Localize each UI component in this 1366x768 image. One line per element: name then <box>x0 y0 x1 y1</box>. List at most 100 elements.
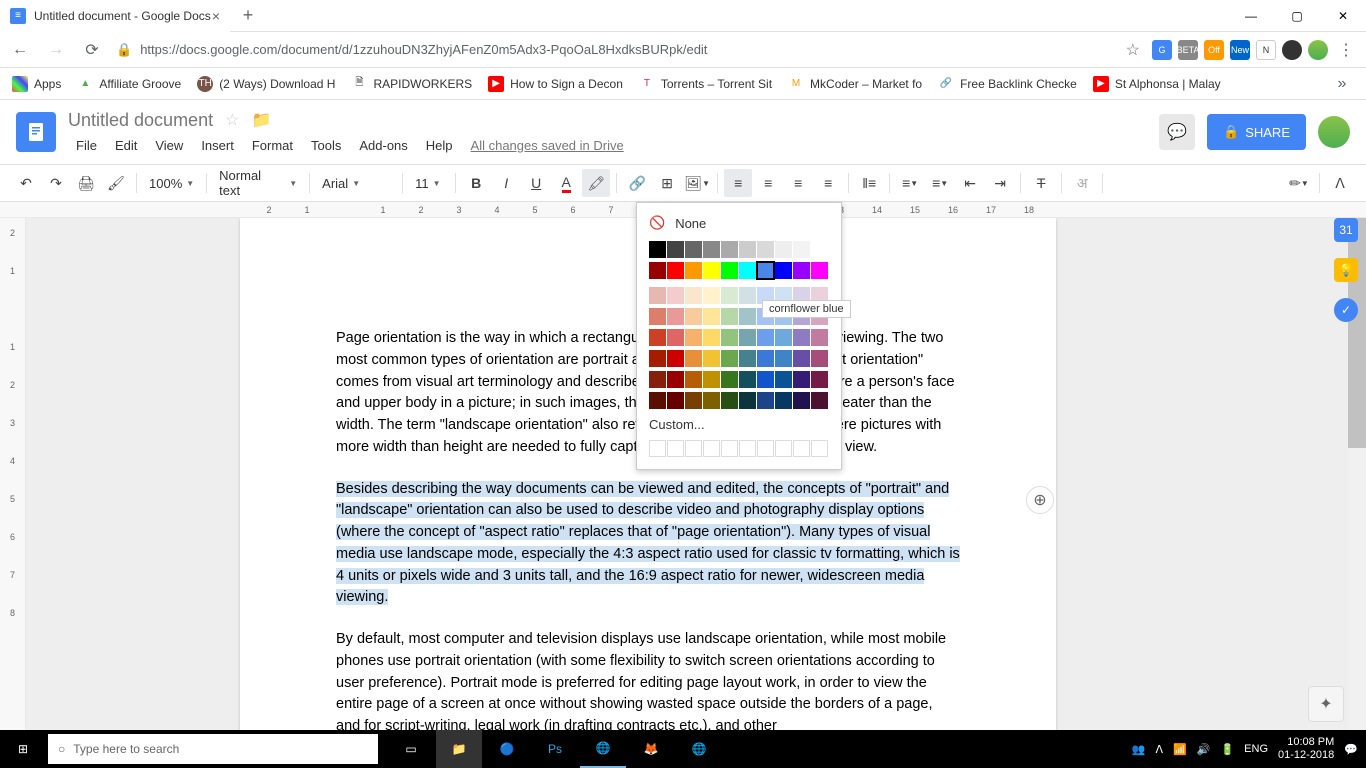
color-swatch[interactable] <box>703 350 720 367</box>
bookmark-item[interactable]: TH(2 Ways) Download H <box>197 76 335 92</box>
color-swatch[interactable] <box>667 308 684 325</box>
add-comment-button[interactable]: ⊞ <box>653 169 681 197</box>
bookmark-item[interactable]: 🗎RAPIDWORKERS <box>351 76 472 92</box>
color-swatch[interactable] <box>739 262 756 279</box>
color-swatch[interactable] <box>649 329 666 346</box>
font-select[interactable]: Arial▼ <box>316 169 396 197</box>
color-swatch[interactable] <box>739 287 756 304</box>
zoom-select[interactable]: 100%▼ <box>143 169 200 197</box>
menu-addons[interactable]: Add-ons <box>351 134 415 157</box>
redo-button[interactable]: ↷ <box>42 169 70 197</box>
chrome-icon-2[interactable]: 🌐 <box>676 730 722 768</box>
color-swatch[interactable] <box>721 262 738 279</box>
recent-swatch[interactable] <box>775 440 792 457</box>
color-swatch[interactable] <box>721 241 738 258</box>
tray-up-icon[interactable]: ᐱ <box>1156 743 1164 756</box>
color-swatch[interactable] <box>775 371 792 388</box>
style-select[interactable]: Normal text▼ <box>213 169 303 197</box>
align-left-button[interactable]: ≡ <box>724 169 752 197</box>
tasks-icon[interactable]: ✓ <box>1334 298 1358 322</box>
bookmark-item[interactable]: ▲Affiliate Groove <box>77 76 181 92</box>
color-swatch[interactable] <box>703 308 720 325</box>
star-icon[interactable]: ☆ <box>1126 40 1140 60</box>
comments-button[interactable]: 💬 <box>1159 114 1195 150</box>
url-field[interactable]: 🔒 https://docs.google.com/document/d/1zz… <box>116 42 1114 58</box>
color-swatch[interactable] <box>739 371 756 388</box>
color-swatch[interactable] <box>649 241 666 258</box>
color-swatch[interactable] <box>757 329 774 346</box>
battery-icon[interactable]: 🔋 <box>1220 743 1234 756</box>
network-icon[interactable]: 📶 <box>1173 743 1187 756</box>
recent-swatch[interactable] <box>757 440 774 457</box>
ext-icon-beta[interactable]: BETA <box>1178 40 1198 60</box>
color-swatch[interactable] <box>685 308 702 325</box>
bold-button[interactable]: B <box>462 169 490 197</box>
color-swatch[interactable] <box>703 262 720 279</box>
back-button[interactable]: ← <box>8 38 32 62</box>
color-swatch[interactable] <box>757 392 774 409</box>
color-swatch[interactable] <box>667 241 684 258</box>
apps-button[interactable]: Apps <box>12 76 61 92</box>
ext-icon-round[interactable] <box>1282 40 1302 60</box>
color-swatch[interactable] <box>793 371 810 388</box>
color-swatch[interactable] <box>703 241 720 258</box>
people-icon[interactable]: 👥 <box>1132 743 1146 756</box>
color-swatch[interactable] <box>775 241 792 258</box>
color-swatch[interactable] <box>811 350 828 367</box>
color-swatch[interactable] <box>739 350 756 367</box>
italic-button[interactable]: I <box>492 169 520 197</box>
move-folder-button[interactable]: 📁 <box>251 110 271 130</box>
recent-swatch[interactable] <box>685 440 702 457</box>
docs-logo[interactable] <box>16 112 56 152</box>
color-swatch[interactable] <box>721 287 738 304</box>
color-swatch[interactable] <box>685 262 702 279</box>
clear-formatting-button[interactable]: T <box>1027 169 1055 197</box>
task-view-icon[interactable]: ▭ <box>388 730 434 768</box>
align-right-button[interactable]: ≡ <box>784 169 812 197</box>
menu-insert[interactable]: Insert <box>193 134 242 157</box>
add-comment-bubble[interactable]: ⊕ <box>1026 486 1054 514</box>
photoshop-icon[interactable]: Ps <box>532 730 578 768</box>
app-icon[interactable]: 🔵 <box>484 730 530 768</box>
menu-view[interactable]: View <box>147 134 191 157</box>
input-tools-button[interactable]: अ <box>1068 169 1096 197</box>
keep-icon[interactable]: 💡 <box>1334 258 1358 282</box>
color-swatch[interactable] <box>703 392 720 409</box>
color-swatch[interactable] <box>649 287 666 304</box>
insert-link-button[interactable]: 🔗 <box>623 169 651 197</box>
ext-icon-n[interactable]: N <box>1256 40 1276 60</box>
vertical-ruler[interactable]: 2112345678 <box>0 218 26 730</box>
color-swatch[interactable] <box>721 350 738 367</box>
align-center-button[interactable]: ≡ <box>754 169 782 197</box>
color-swatch[interactable] <box>811 262 828 279</box>
undo-button[interactable]: ↶ <box>12 169 40 197</box>
color-swatch[interactable] <box>757 262 774 279</box>
close-button[interactable]: ✕ <box>1320 0 1366 32</box>
color-swatch[interactable] <box>667 392 684 409</box>
color-swatch[interactable] <box>811 241 828 258</box>
profile-avatar[interactable] <box>1308 40 1328 60</box>
close-tab-icon[interactable]: × <box>212 8 220 24</box>
lang-indicator[interactable]: ENG <box>1244 743 1268 755</box>
color-swatch[interactable] <box>685 392 702 409</box>
line-spacing-button[interactable]: ‖≡ <box>855 169 883 197</box>
color-swatch[interactable] <box>649 371 666 388</box>
color-swatch[interactable] <box>667 371 684 388</box>
recent-swatch[interactable] <box>793 440 810 457</box>
color-swatch[interactable] <box>775 392 792 409</box>
bookmark-item[interactable]: ▶How to Sign a Decon <box>488 76 623 92</box>
notifications-icon[interactable]: 💬 <box>1344 743 1358 756</box>
color-swatch[interactable] <box>811 329 828 346</box>
color-swatch[interactable] <box>739 392 756 409</box>
recent-swatch[interactable] <box>721 440 738 457</box>
color-swatch[interactable] <box>811 371 828 388</box>
color-swatch[interactable] <box>721 392 738 409</box>
text-color-button[interactable]: A <box>552 169 580 197</box>
color-swatch[interactable] <box>793 241 810 258</box>
print-button[interactable]: 🖨 <box>72 169 100 197</box>
clock[interactable]: 10:08 PM 01-12-2018 <box>1278 736 1334 762</box>
increase-indent-button[interactable]: ⇥ <box>986 169 1014 197</box>
color-swatch[interactable] <box>739 308 756 325</box>
color-swatch[interactable] <box>685 329 702 346</box>
insert-image-button[interactable]: 🖼▼ <box>683 169 711 197</box>
